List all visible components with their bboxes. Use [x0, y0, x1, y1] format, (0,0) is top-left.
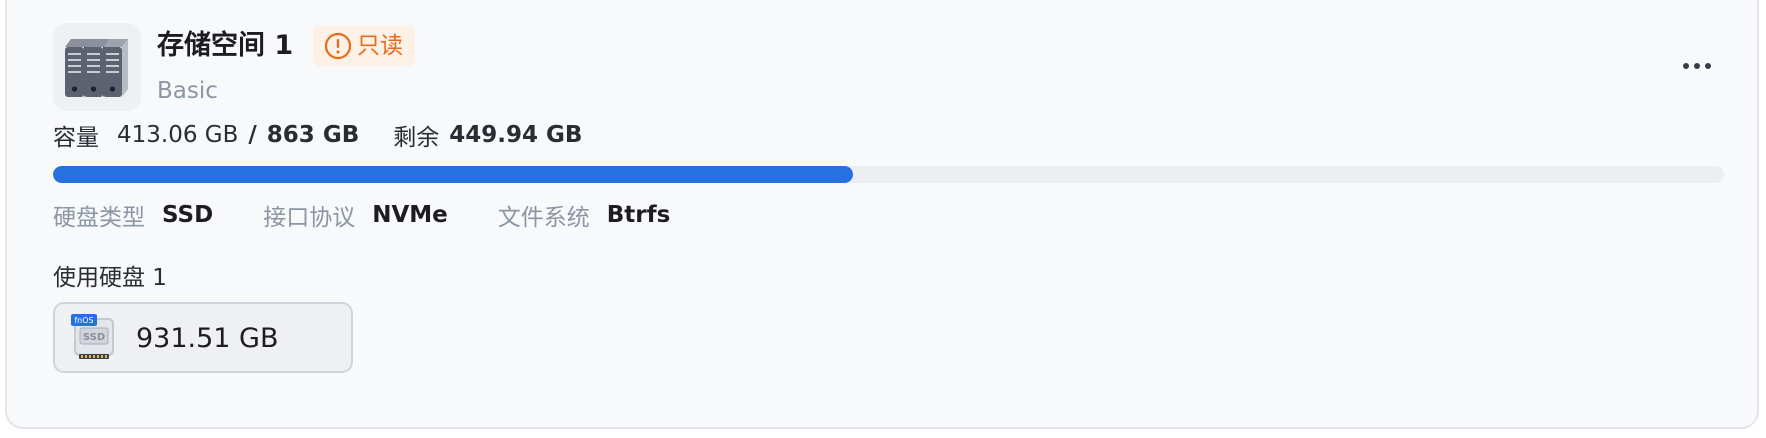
free-label: 剩余	[393, 125, 440, 151]
disk-size: 931.51 GB	[136, 323, 279, 354]
capacity-total: 863 GB	[266, 122, 360, 148]
spec-key: 接口协议	[263, 205, 356, 231]
storage-volume-card: 存储空间 1 只读 Basic 容量 413.06 GB / 863 GB 剩余…	[5, 0, 1759, 429]
spec-value: Btrfs	[606, 202, 671, 228]
capacity-label: 容量	[53, 125, 99, 151]
free-value: 449.94 GB	[449, 122, 583, 148]
spec-disk-type: 硬盘类型 SSD	[53, 198, 213, 232]
volume-type: Basic	[157, 78, 218, 104]
spec-key: 硬盘类型	[53, 205, 145, 231]
capacity-used: 413.06 GB	[117, 122, 239, 148]
badge-label: 只读	[357, 33, 403, 59]
spec-interface: 接口协议 NVMe	[263, 198, 448, 232]
disk-item[interactable]: SSD fnOS 931.51 GB	[53, 302, 353, 373]
ssd-drive-icon: SSD fnOS	[71, 314, 114, 359]
more-dot-icon	[1694, 63, 1700, 69]
volume-name: 存储空间 1	[157, 30, 294, 61]
svg-text:fnOS: fnOS	[74, 316, 93, 325]
svg-text:SSD: SSD	[83, 332, 105, 343]
used-disks-label: 使用硬盘 1	[53, 265, 167, 291]
more-dot-icon	[1683, 63, 1689, 69]
spec-value: SSD	[162, 202, 214, 228]
capacity-summary: 容量 413.06 GB / 863 GB 剩余 449.94 GB	[53, 119, 582, 151]
more-dot-icon	[1705, 63, 1711, 69]
read-only-badge: 只读	[313, 26, 415, 66]
volume-specs: 硬盘类型 SSD 接口协议 NVMe 文件系统 Btrfs	[53, 199, 670, 231]
capacity-separator: /	[248, 122, 257, 148]
capacity-progress-bar	[53, 166, 1724, 183]
more-options-button[interactable]	[1677, 52, 1717, 80]
spec-key: 文件系统	[497, 205, 590, 231]
spec-value: NVMe	[372, 202, 448, 228]
spec-filesystem: 文件系统 Btrfs	[498, 198, 671, 232]
storage-server-icon	[53, 23, 141, 111]
alert-circle-icon	[324, 32, 352, 60]
capacity-progress-fill	[53, 166, 853, 183]
